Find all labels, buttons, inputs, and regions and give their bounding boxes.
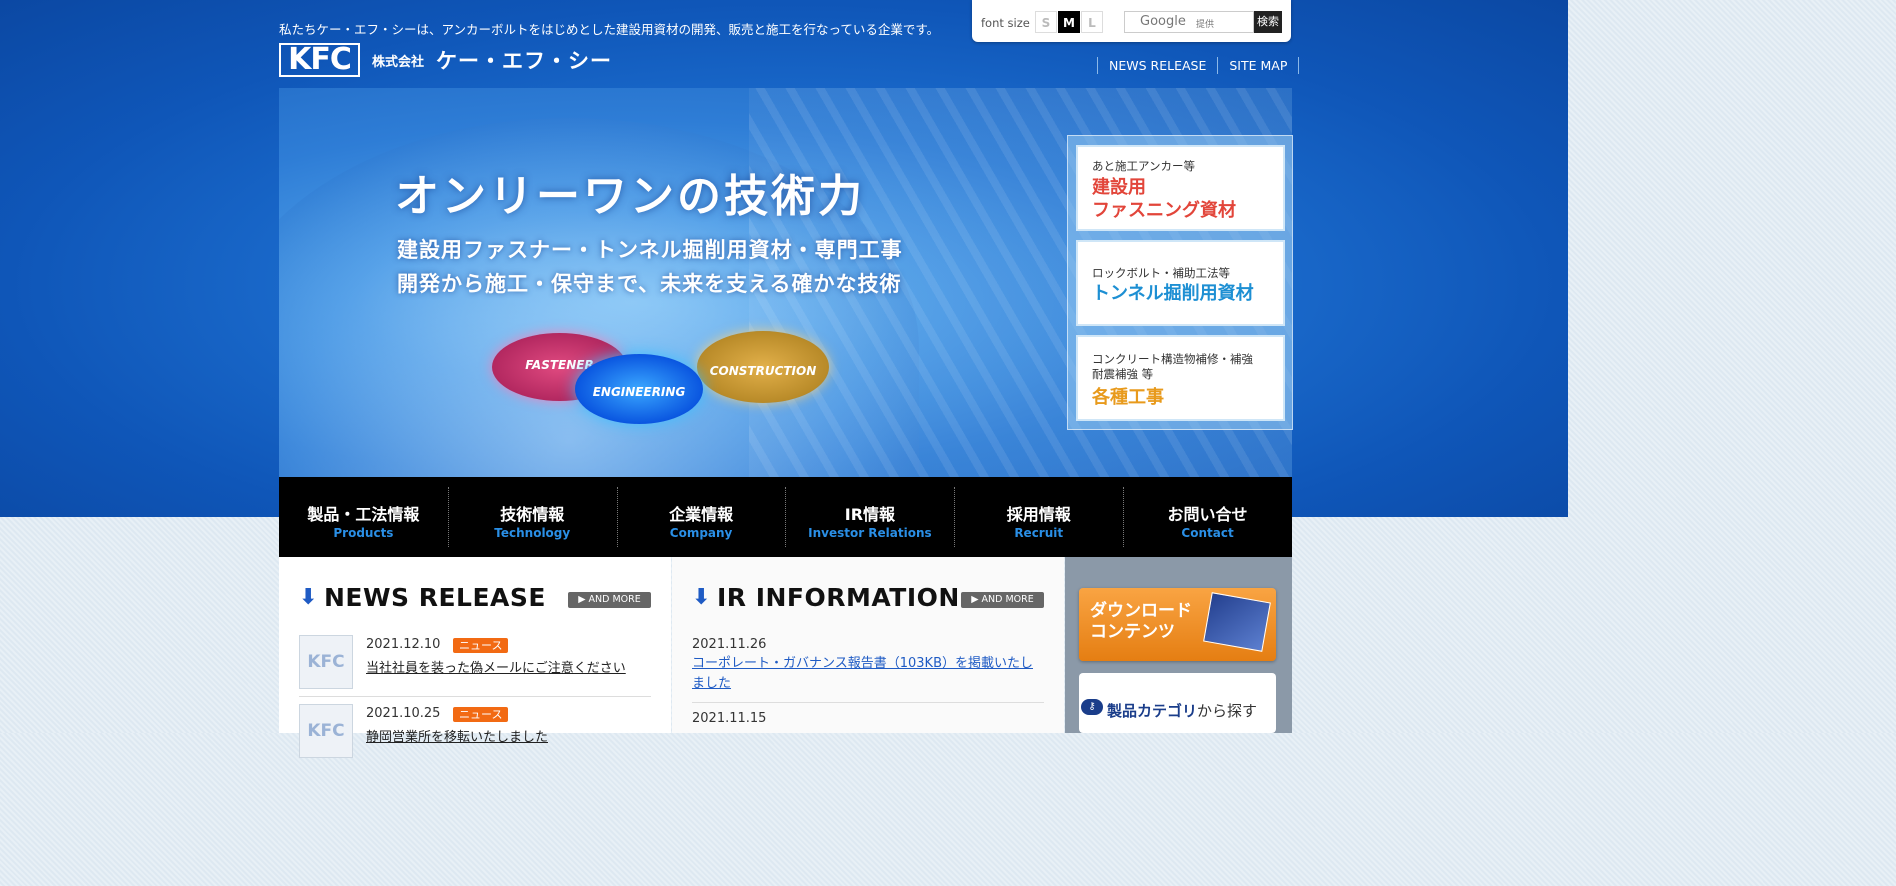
- hero-title: オンリーワンの技術力: [395, 171, 865, 222]
- news-badge: ニュース: [453, 707, 509, 722]
- engineering-ellipse: ENGINEERING: [575, 354, 703, 424]
- logo-company-type: 株式会社: [372, 54, 425, 70]
- news-section-title: ⬇ NEWS RELEASE: [299, 583, 546, 612]
- category-title: 各種工事: [1092, 387, 1164, 408]
- news-title-text: NEWS RELEASE: [323, 583, 546, 612]
- nav-contact[interactable]: お問い合せ Contact: [1123, 477, 1292, 557]
- font-size-label: font size: [981, 16, 1030, 30]
- nav-label: 採用情報: [1006, 505, 1071, 524]
- category-search-rest: から探す: [1197, 702, 1258, 720]
- download-label-line2: コンテンツ: [1090, 622, 1175, 642]
- search-button[interactable]: 検索: [1254, 11, 1282, 33]
- google-brand: Google: [1140, 14, 1186, 29]
- nav-label: 技術情報: [500, 505, 565, 524]
- nav-technology[interactable]: 技術情報 Technology: [447, 477, 617, 557]
- category-construction-works[interactable]: コンクリート構造物補修・補強 耐震補強 等 各種工事: [1076, 335, 1285, 421]
- logo-company-name: ケー・エフ・シー: [436, 49, 613, 73]
- sidebar: ダウンロード コンテンツ ⚷ 製品カテゴリから探す: [1065, 557, 1292, 733]
- news-link[interactable]: 当社社員を装った偽メールにご注意ください: [366, 657, 626, 676]
- category-title-2: ファスニング資材: [1092, 200, 1236, 221]
- news-divider: [299, 696, 651, 697]
- nav-label: IR情報: [844, 505, 896, 524]
- news-more-button[interactable]: ▶ AND MORE: [568, 592, 651, 608]
- product-category-search-button[interactable]: ⚷ 製品カテゴリから探す: [1079, 673, 1276, 733]
- news-release-section: ⬇ NEWS RELEASE ▶ AND MORE KFC 2021.12.10…: [279, 557, 671, 758]
- search-input[interactable]: Google 提供: [1124, 11, 1254, 33]
- news-thumbnail: KFC: [299, 704, 353, 758]
- nav-investor-relations[interactable]: IR情報 Investor Relations: [785, 477, 954, 557]
- search-provided-label: 提供: [1196, 20, 1215, 30]
- category-fastening-materials[interactable]: あと施工アンカー等 建設用 ファスニング資材: [1076, 145, 1285, 231]
- nav-sublabel: Company: [669, 526, 733, 540]
- ir-title-text: IR INFORMATION: [716, 583, 960, 612]
- ir-link[interactable]: コーポレート・ガバナンス報告書（103KB）を掲載いたしました: [692, 654, 1044, 694]
- top-links: NEWS RELEASE SITE MAP: [1097, 57, 1300, 74]
- nav-sublabel: Investor Relations: [808, 526, 932, 540]
- category-note: あと施工アンカー等: [1092, 159, 1196, 173]
- nav-company[interactable]: 企業情報 Company: [616, 477, 786, 557]
- category-search-label: 製品カテゴリから探す: [1107, 700, 1257, 721]
- font-size-large-button[interactable]: L: [1081, 11, 1103, 33]
- ir-date: 2021.11.26: [692, 637, 767, 652]
- category-panel: あと施工アンカー等 建設用 ファスニング資材 ロックボルト・補助工法等 トンネル…: [1067, 135, 1293, 430]
- hero-subtitle-2: 開発から施工・保守まで、未来を支える確かな技術: [397, 272, 902, 296]
- site-map-link[interactable]: SITE MAP: [1217, 57, 1300, 74]
- nav-sublabel: Recruit: [1014, 526, 1064, 540]
- utility-panel: font size S M L Google 提供 検索: [972, 0, 1291, 42]
- hero-subtitle-1: 建設用ファスナー・トンネル掘削用資材・専門工事: [397, 238, 903, 262]
- category-note-2: 耐震補強 等: [1092, 367, 1154, 381]
- category-title: トンネル掘削用資材: [1092, 283, 1254, 304]
- site-logo[interactable]: KFC 株式会社 ケー・エフ・シー: [279, 43, 612, 77]
- news-date: 2021.10.25: [366, 706, 441, 721]
- nav-sublabel: Technology: [494, 526, 571, 540]
- arrow-down-icon: ⬇: [692, 585, 711, 610]
- news-thumbnail: KFC: [299, 635, 353, 689]
- download-label: ダウンロード コンテンツ: [1090, 601, 1192, 643]
- ir-section-title: ⬇ IR INFORMATION: [692, 583, 960, 612]
- site-tagline: 私たちケー・エフ・シーは、アンカーボルトをはじめとした建設用資材の開発、販売と施…: [279, 22, 940, 37]
- nav-label: 企業情報: [669, 505, 734, 524]
- nav-label: お問い合せ: [1167, 505, 1248, 524]
- ir-more-button[interactable]: ▶ AND MORE: [961, 592, 1044, 608]
- news-date: 2021.12.10: [366, 637, 441, 652]
- category-title: 建設用: [1092, 177, 1146, 198]
- category-note: ロックボルト・補助工法等: [1092, 266, 1230, 280]
- nav-sublabel: Contact: [1181, 526, 1234, 540]
- category-tunnel-materials[interactable]: ロックボルト・補助工法等 トンネル掘削用資材: [1076, 240, 1285, 326]
- arrow-down-icon: ⬇: [299, 585, 318, 610]
- global-nav: 製品・工法情報 Products 技術情報 Technology 企業情報 Co…: [279, 477, 1292, 557]
- download-label-line1: ダウンロード: [1090, 601, 1192, 621]
- key-icon: ⚷: [1081, 699, 1103, 715]
- news-release-link[interactable]: NEWS RELEASE: [1097, 57, 1217, 74]
- nav-label: 製品・工法情報: [307, 505, 420, 524]
- nav-recruit[interactable]: 採用情報 Recruit: [954, 477, 1123, 557]
- category-note: コンクリート構造物補修・補強: [1092, 352, 1253, 366]
- ir-information-section: ⬇ IR INFORMATION ▶ AND MORE 2021.11.26 コ…: [672, 557, 1064, 733]
- catalog-book-icon: [1203, 592, 1271, 652]
- ir-date: 2021.11.15: [692, 711, 767, 726]
- download-contents-button[interactable]: ダウンロード コンテンツ: [1079, 588, 1276, 661]
- news-link[interactable]: 静岡営業所を移転いたしました: [366, 726, 548, 745]
- font-size-medium-button[interactable]: M: [1058, 11, 1080, 33]
- construction-ellipse: CONSTRUCTION: [697, 331, 829, 403]
- category-search-strong: 製品カテゴリ: [1107, 702, 1198, 720]
- nav-sublabel: Products: [333, 526, 394, 540]
- font-size-small-button[interactable]: S: [1035, 11, 1057, 33]
- news-badge: ニュース: [453, 638, 509, 653]
- ir-divider: [692, 702, 1044, 703]
- nav-products[interactable]: 製品・工法情報 Products: [279, 477, 448, 557]
- logo-mark: KFC: [279, 43, 360, 77]
